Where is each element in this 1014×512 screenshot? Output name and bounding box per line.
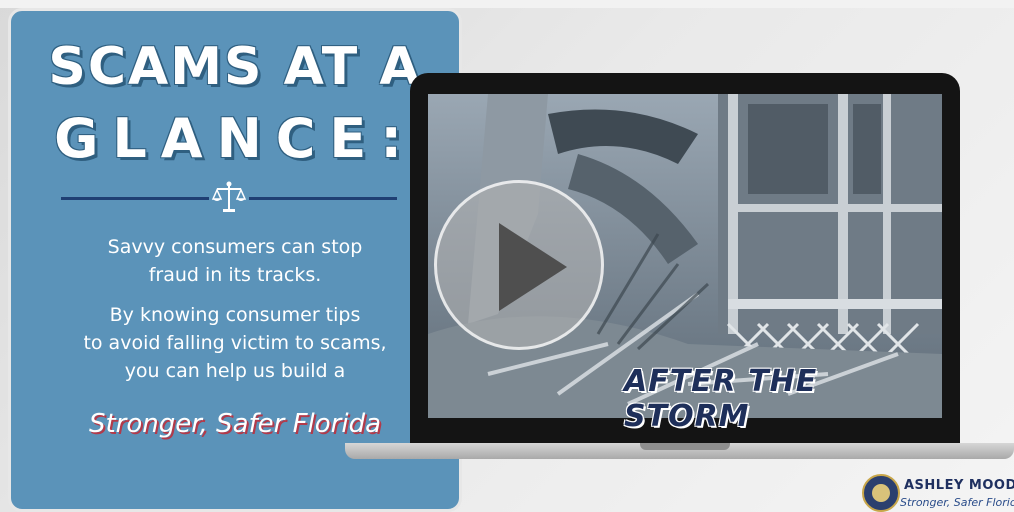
info-card: SCAMS AT A GLANCE: Savvy consumers can s… (8, 8, 462, 512)
laptop-notch (640, 443, 730, 450)
divider-right (249, 197, 397, 200)
logo-name: ASHLEY MOODY (904, 478, 1014, 493)
tagline: Stronger, Safer Florida (88, 409, 382, 439)
play-icon (499, 223, 567, 311)
video-caption: AFTER THE STORM (624, 364, 818, 434)
logo-tagline: Stronger, Safer Florida (900, 496, 1014, 509)
play-button[interactable] (434, 180, 604, 350)
paragraph-2-line-1: By knowing consumer tips (109, 304, 361, 326)
paragraph-1: Savvy consumers can stop fraud in its tr… (11, 233, 459, 289)
attorney-general-seal-icon (862, 474, 900, 512)
paragraph-2-line-2: to avoid falling victim to scams, (83, 332, 387, 354)
paragraph-2: By knowing consumer tips to avoid fallin… (11, 301, 459, 385)
title-line-2: GLANCE: (54, 107, 416, 170)
paragraph-1-line-2: fraud in its tracks. (148, 264, 322, 286)
paragraph-1-line-1: Savvy consumers can stop (107, 236, 363, 258)
scales-of-justice-icon (211, 181, 247, 212)
paragraph-2-line-3: you can help us build a (124, 360, 346, 382)
divider-left (61, 197, 209, 200)
title-line-1: SCAMS AT A (48, 37, 422, 97)
seal-emblem (872, 484, 890, 502)
top-strip (0, 0, 1014, 8)
